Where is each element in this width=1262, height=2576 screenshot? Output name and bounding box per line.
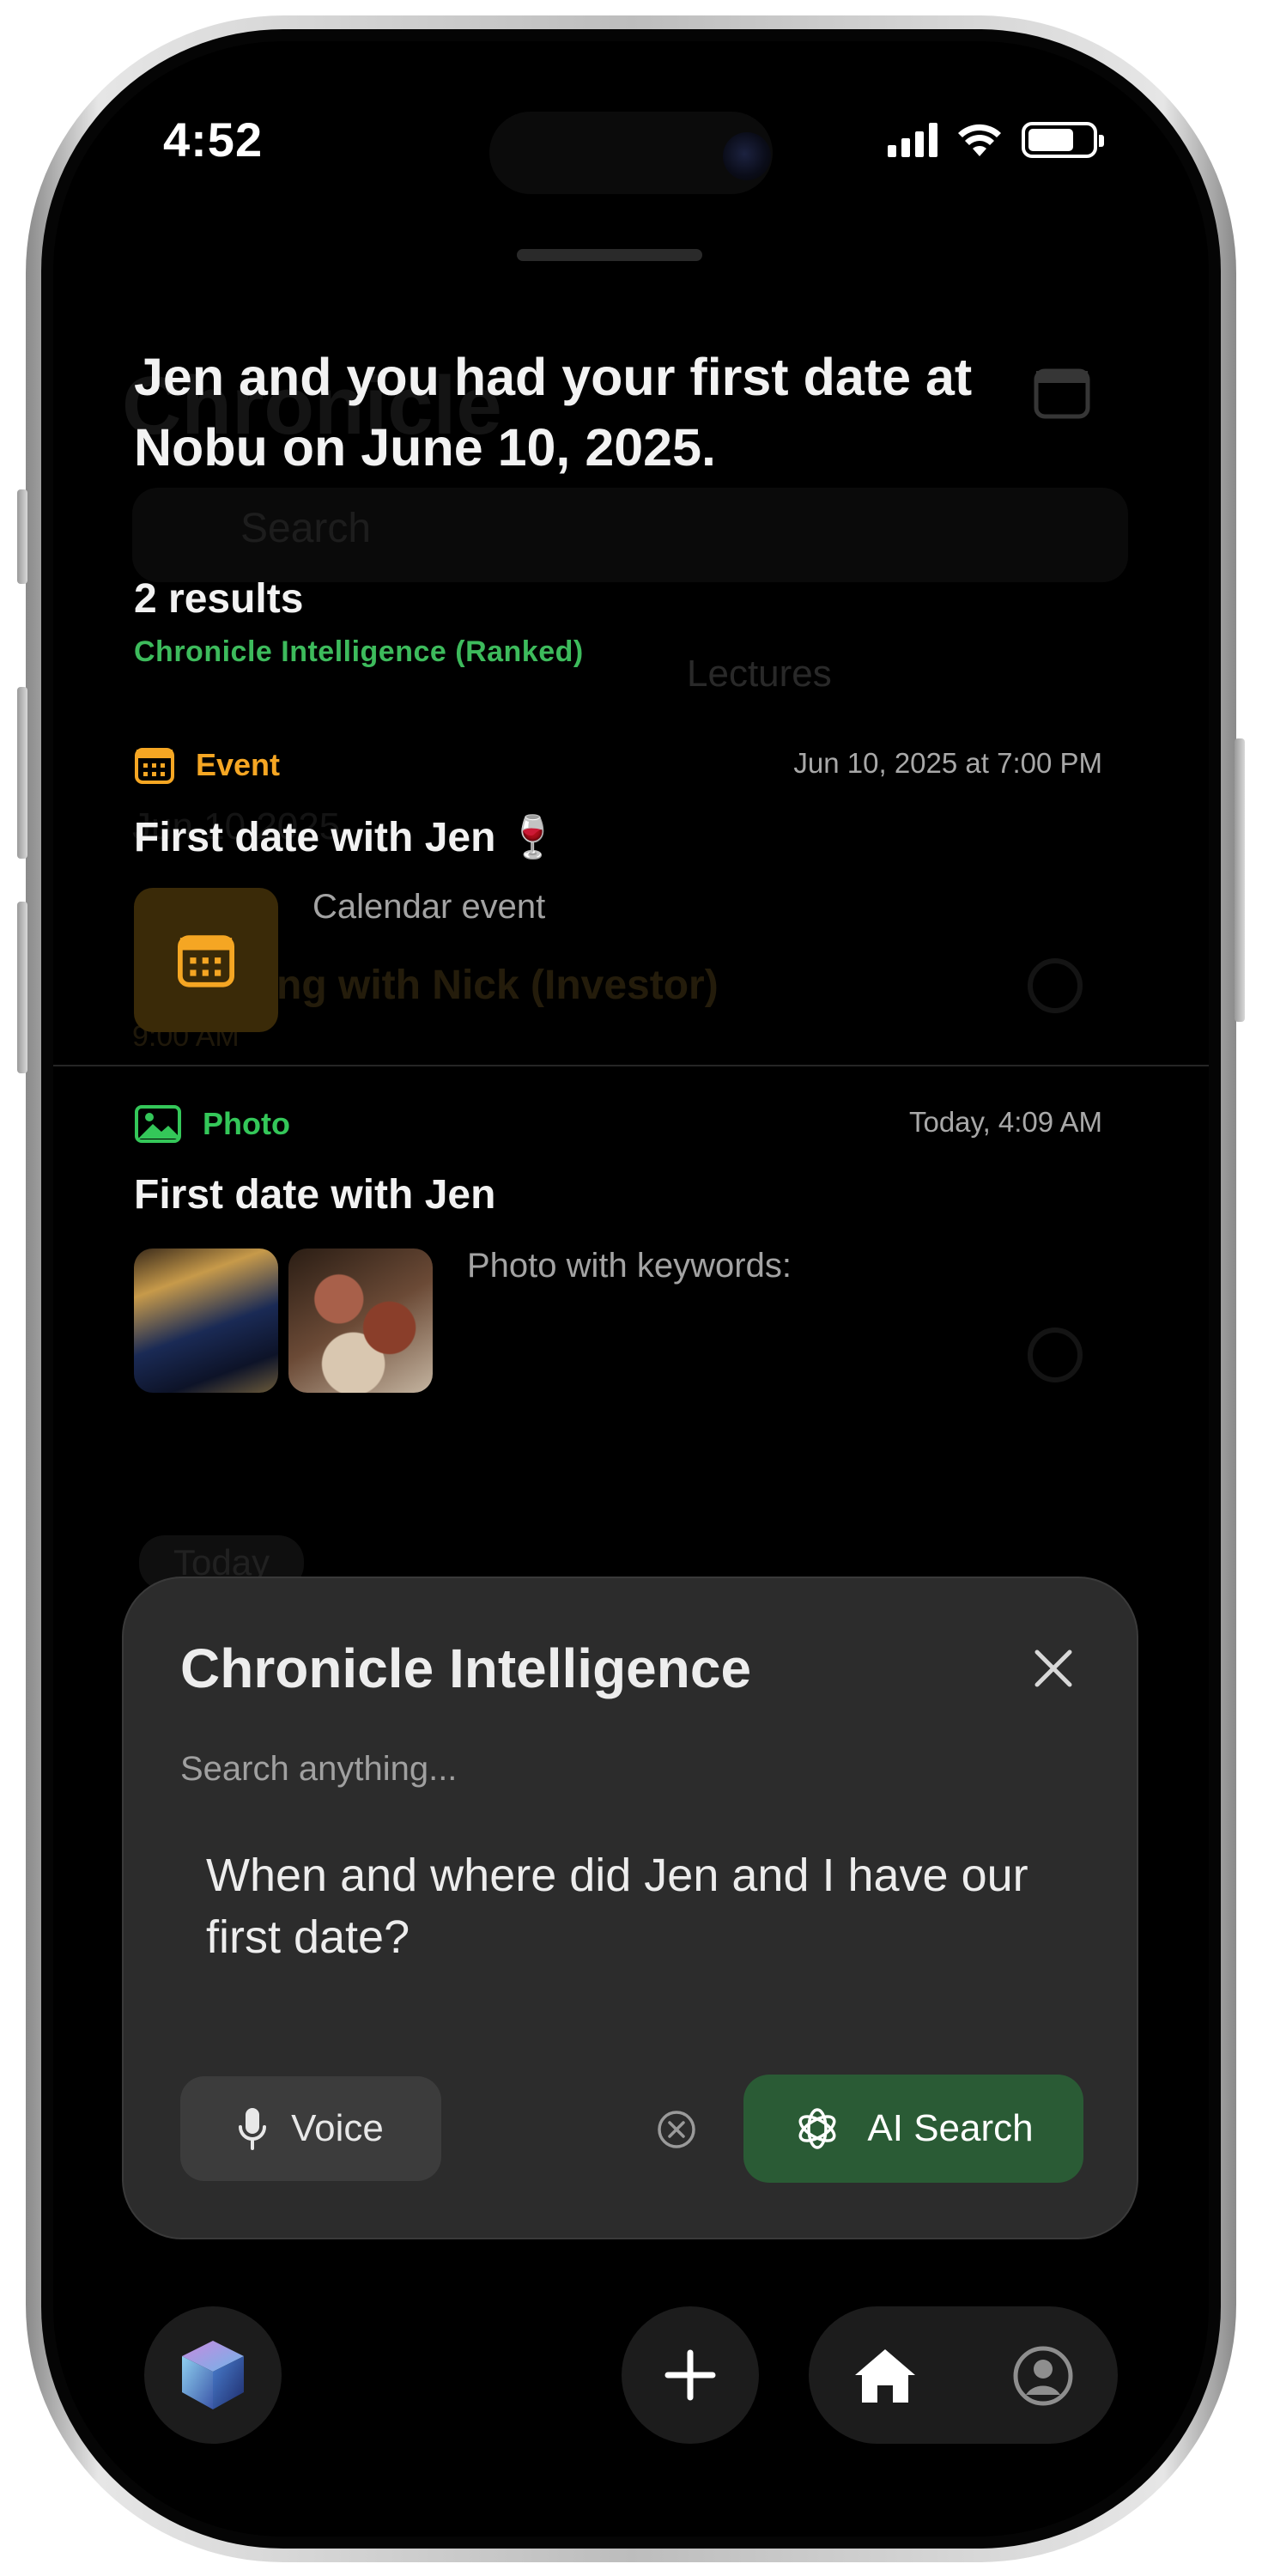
panel-title: Chronicle Intelligence bbox=[180, 1637, 752, 1699]
tab-home[interactable] bbox=[846, 2337, 924, 2415]
result-description: Calendar event bbox=[312, 888, 546, 926]
result-type-label: Event bbox=[196, 747, 281, 782]
ai-search-button[interactable]: AI Search bbox=[743, 2075, 1083, 2183]
background-search-placeholder: Search bbox=[240, 506, 372, 551]
plus-icon bbox=[664, 2349, 716, 2401]
tab-profile[interactable] bbox=[1004, 2337, 1082, 2415]
background-radio-1 bbox=[1028, 958, 1083, 1013]
search-placeholder: Search anything... bbox=[180, 1750, 458, 1788]
result-title[interactable]: First date with Jen bbox=[134, 1171, 495, 1218]
cellular-signal-icon bbox=[888, 123, 937, 157]
volume-down-button bbox=[17, 902, 27, 1073]
chronicle-cube-button[interactable] bbox=[144, 2306, 282, 2444]
battery-icon bbox=[1022, 122, 1104, 158]
result-description: Photo with keywords: bbox=[467, 1247, 792, 1285]
close-button[interactable] bbox=[1023, 1638, 1083, 1698]
result-type-photo: Photo bbox=[134, 1104, 290, 1144]
home-icon bbox=[855, 2349, 915, 2403]
result-divider bbox=[53, 1065, 1209, 1066]
screen: Chronicle Search Lectures Jun 10 2025 !!… bbox=[53, 41, 1209, 2537]
profile-icon bbox=[1013, 2346, 1073, 2406]
ai-answer: Jen and you had your first date at Nobu … bbox=[134, 348, 973, 477]
close-icon bbox=[1034, 1649, 1072, 1687]
sheet-grabber[interactable] bbox=[517, 249, 702, 261]
ranking-label: Chronicle Intelligence (Ranked) bbox=[134, 635, 584, 668]
voice-button[interactable]: Voice bbox=[180, 2076, 441, 2181]
volume-up-button bbox=[17, 687, 27, 859]
status-time: 4:52 bbox=[163, 112, 264, 167]
action-button bbox=[17, 489, 27, 584]
calendar-icon bbox=[178, 935, 234, 987]
photo-thumbnail-food[interactable] bbox=[288, 1249, 433, 1393]
clear-query-icon[interactable] bbox=[656, 2109, 697, 2150]
voice-button-label: Voice bbox=[291, 2107, 384, 2149]
event-thumbnail[interactable] bbox=[134, 888, 278, 1032]
microphone-icon bbox=[239, 2108, 267, 2150]
calendar-icon[interactable] bbox=[1034, 366, 1090, 419]
wifi-icon bbox=[958, 124, 1001, 156]
intelligence-panel: Chronicle Intelligence Search anything..… bbox=[122, 1577, 1138, 2239]
ai-search-button-label: AI Search bbox=[867, 2107, 1034, 2149]
result-title[interactable]: First date with Jen 🍷 bbox=[134, 812, 559, 861]
calendar-icon bbox=[135, 748, 174, 784]
result-type-event: Event bbox=[134, 745, 280, 785]
result-timestamp: Today, 4:09 AM bbox=[908, 1106, 1102, 1138]
add-button[interactable] bbox=[622, 2306, 759, 2444]
front-camera bbox=[723, 132, 771, 180]
result-type-label: Photo bbox=[203, 1106, 290, 1141]
background-radio-2 bbox=[1028, 1327, 1083, 1382]
result-count: 2 results bbox=[134, 576, 304, 622]
result-timestamp: Jun 10, 2025 at 7:00 PM bbox=[793, 747, 1102, 779]
photo-icon bbox=[135, 1105, 181, 1143]
background-chip-lectures: Lectures bbox=[687, 653, 832, 695]
photo-thumbnail-restaurant[interactable] bbox=[134, 1249, 278, 1393]
search-query-input[interactable]: When and where did Jen and I have our fi… bbox=[206, 1844, 1065, 1968]
power-button bbox=[1235, 738, 1245, 1022]
status-icons bbox=[888, 122, 1104, 158]
ai-sparkle-icon bbox=[798, 2108, 836, 2149]
cube-icon bbox=[182, 2341, 244, 2409]
